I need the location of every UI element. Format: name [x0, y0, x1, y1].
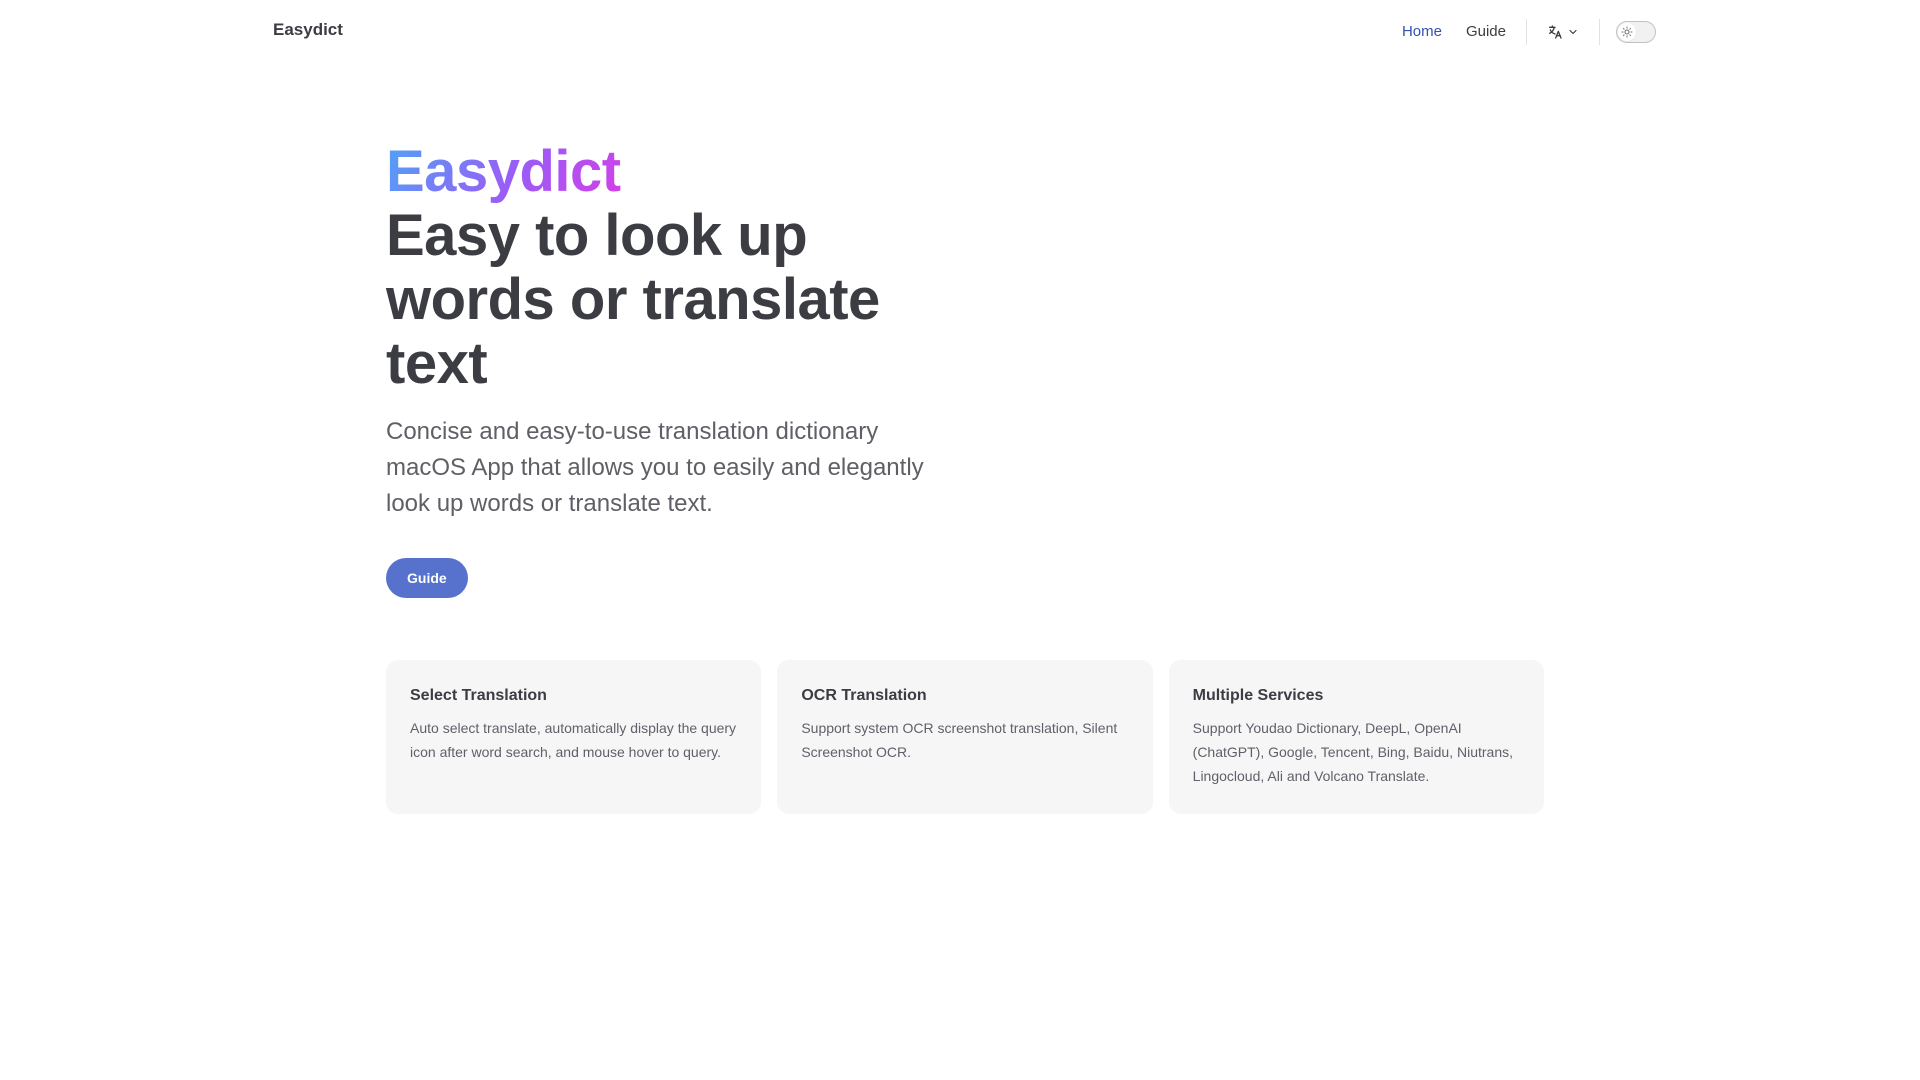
nav-link-home[interactable]: Home [1390, 16, 1454, 48]
site-title[interactable]: Easydict [273, 20, 343, 40]
hero-actions: Guide [386, 558, 946, 598]
hero-headline: Easy to look up words or translate text [386, 203, 880, 396]
nav-menu: Home Guide [1390, 16, 1656, 48]
feature-card-multiple-services: Multiple Services Support Youdao Diction… [1168, 660, 1544, 814]
top-navbar: Easydict Home Guide [0, 0, 1920, 64]
nav-divider [1599, 19, 1600, 45]
chevron-down-icon [1567, 26, 1579, 38]
appearance-toggle[interactable] [1616, 21, 1656, 43]
hero-name: Easydict [386, 139, 621, 204]
hero-tagline: Concise and easy-to-use translation dict… [386, 418, 924, 517]
feature-card-select-translation: Select Translation Auto select translate… [386, 660, 762, 814]
feature-details: Support Youdao Dictionary, DeepL, OpenAI… [1192, 720, 1514, 784]
translate-icon [1547, 24, 1563, 40]
feature-details: Support system OCR screenshot translatio… [801, 720, 1118, 760]
feature-title: Select Translation [410, 687, 547, 704]
features-section: Select Translation Auto select translate… [386, 660, 1544, 814]
language-switcher[interactable] [1535, 16, 1591, 48]
feature-title: Multiple Services [1192, 687, 1324, 704]
hero-section: Easydict Easy to look up words or transl… [386, 140, 946, 598]
feature-details: Auto select translate, automatically dis… [410, 720, 737, 760]
feature-title: OCR Translation [801, 687, 927, 704]
feature-card-ocr-translation: OCR Translation Support system OCR scree… [777, 660, 1153, 814]
nav-link-guide[interactable]: Guide [1454, 16, 1518, 48]
guide-button[interactable]: Guide [386, 558, 468, 598]
nav-divider [1526, 19, 1527, 45]
sun-icon [1618, 23, 1636, 41]
